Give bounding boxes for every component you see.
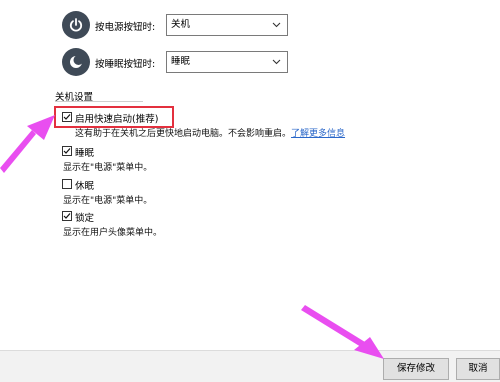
- arrow-to-checkbox-icon: [0, 115, 55, 173]
- annotation-arrows: [0, 115, 384, 359]
- arrow-to-save-icon: [301, 305, 384, 359]
